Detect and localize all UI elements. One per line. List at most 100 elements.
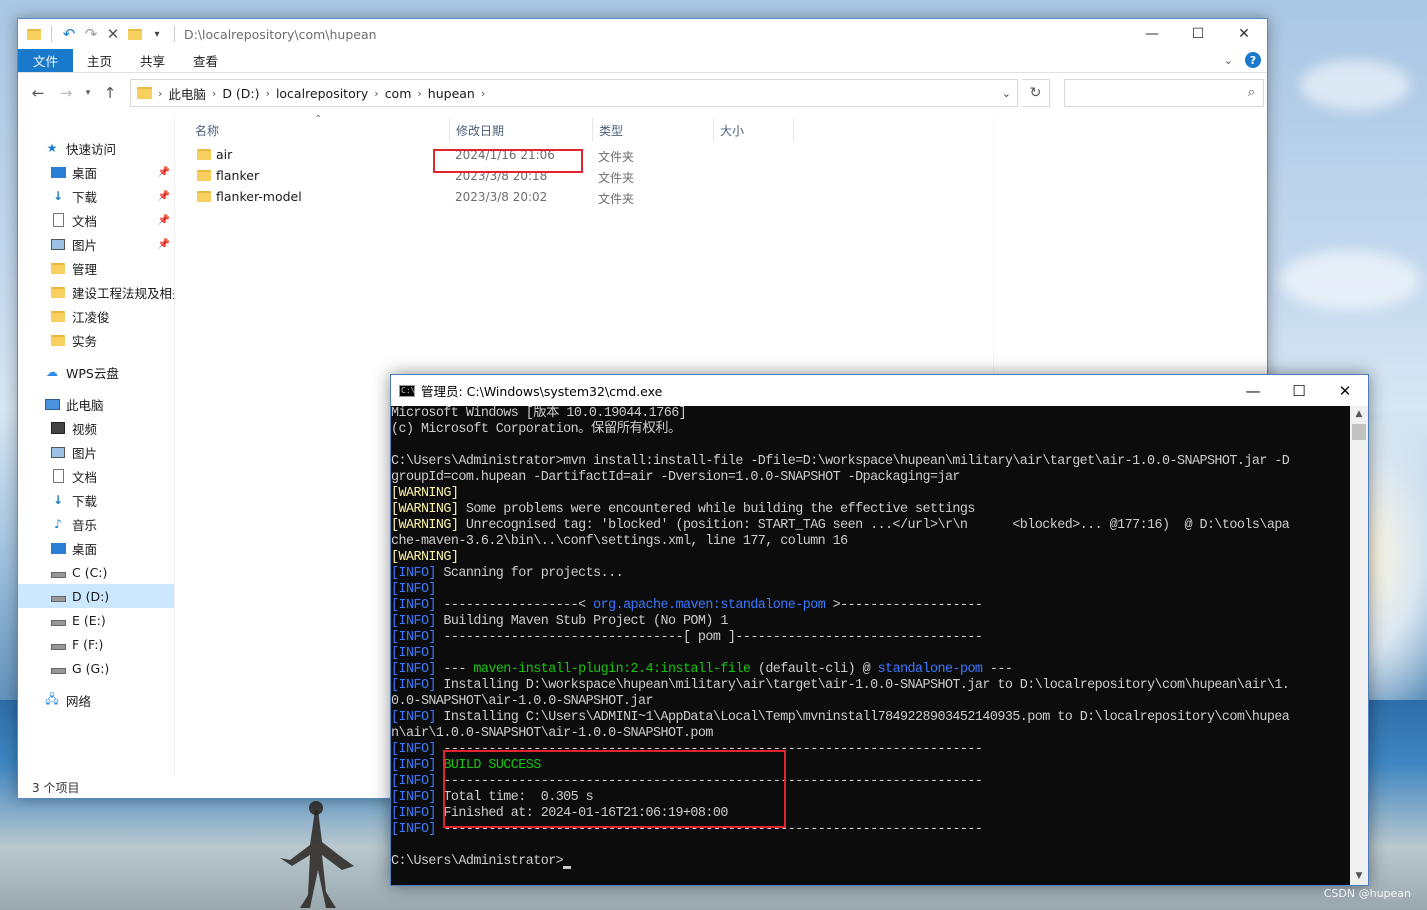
- desktop-icon: [50, 541, 66, 555]
- pin-icon: 📌: [157, 190, 170, 202]
- desktop-icon: [50, 165, 66, 179]
- window-controls: — ☐ ✕: [1230, 375, 1368, 406]
- drive-icon: [50, 565, 66, 579]
- column-headers: ⌃ 名称 修改日期 类型 大小: [175, 114, 1267, 718]
- breadcrumb-drive-d[interactable]: D (D:): [222, 86, 259, 101]
- recent-locations-icon[interactable]: ▾: [82, 81, 94, 105]
- minimize-button[interactable]: —: [1129, 19, 1175, 49]
- scrollbar-thumb[interactable]: [1352, 424, 1366, 440]
- expand-ribbon-icon[interactable]: ⌄: [1224, 54, 1233, 67]
- sort-ascending-icon: ⌃: [314, 114, 323, 125]
- quick-access-toolbar: ↶ ↷ ✕ ▾: [26, 25, 178, 43]
- new-folder-icon[interactable]: [127, 26, 143, 42]
- customize-toolbar-icon[interactable]: ▾: [149, 26, 165, 42]
- sidebar-item-folder[interactable]: 实务: [18, 328, 174, 352]
- sidebar-item-drive-e[interactable]: E (E:): [18, 608, 174, 632]
- app-folder-icon: [26, 26, 42, 42]
- sidebar-item-documents[interactable]: 文档 📌: [18, 208, 174, 232]
- video-icon: [50, 421, 66, 435]
- network-icon: 🖧: [45, 691, 59, 706]
- window-title-path: D:\localrepository\com\hupean: [184, 26, 377, 42]
- sidebar-item-quick-access[interactable]: ★ 快速访问: [18, 136, 174, 160]
- sidebar-item-downloads[interactable]: ↓ 下载 📌: [18, 184, 174, 208]
- search-input[interactable]: ⌕: [1064, 79, 1264, 107]
- forward-arrow-icon[interactable]: →: [54, 81, 78, 105]
- breadcrumb-com[interactable]: com: [385, 86, 412, 101]
- console-line: C:\Users\Administrator>mvn install:insta…: [391, 454, 1290, 469]
- breadcrumb-localrepository[interactable]: localrepository: [276, 86, 368, 101]
- sidebar-item-drive-f[interactable]: F (F:): [18, 632, 174, 656]
- delete-icon[interactable]: ✕: [105, 25, 121, 43]
- chevron-right-icon: ›: [417, 86, 422, 100]
- vertical-scrollbar[interactable]: ▲ ▼: [1350, 406, 1368, 885]
- breadcrumb-hupean[interactable]: hupean: [428, 86, 475, 101]
- sidebar-item-pictures[interactable]: 图片 📌: [18, 232, 174, 256]
- address-bar[interactable]: › 此电脑 › D (D:) › localrepository › com ›…: [130, 79, 1018, 107]
- drive-icon: [50, 613, 66, 627]
- sidebar-item-wps-cloud[interactable]: ☁ WPS云盘: [18, 360, 174, 384]
- back-arrow-icon[interactable]: ←: [26, 81, 50, 105]
- document-icon: [50, 213, 66, 227]
- sidebar-item-pictures[interactable]: 图片: [18, 440, 174, 464]
- background-cloud: [1280, 250, 1420, 310]
- folder-icon: [50, 309, 66, 323]
- sidebar-item-network[interactable]: 🖧 网络: [18, 688, 174, 712]
- console-line: [INFO]: [391, 646, 436, 661]
- sidebar-item-drive-g[interactable]: G (G:): [18, 656, 174, 680]
- close-button[interactable]: ✕: [1322, 375, 1368, 406]
- address-dropdown-icon[interactable]: ⌄: [1002, 87, 1011, 100]
- tab-file[interactable]: 文件: [18, 49, 74, 72]
- refresh-icon[interactable]: ↻: [1022, 79, 1050, 107]
- sidebar-item-folder[interactable]: 建设工程法规及相关: [18, 280, 174, 304]
- tab-home[interactable]: 主页: [73, 49, 126, 72]
- sidebar-item-desktop[interactable]: 桌面: [18, 536, 174, 560]
- up-arrow-icon[interactable]: ↑: [98, 81, 122, 105]
- drive-icon: [50, 589, 66, 603]
- chevron-right-icon: ›: [480, 86, 486, 100]
- music-icon: ♪: [54, 517, 62, 531]
- sidebar-item-music[interactable]: ♪ 音乐: [18, 512, 174, 536]
- list-item[interactable]: flanker 2023/3/8 20:18 文件夹: [175, 165, 1267, 186]
- minimize-button[interactable]: —: [1230, 375, 1276, 406]
- tab-view[interactable]: 查看: [179, 49, 232, 72]
- sidebar-item-drive-d[interactable]: D (D:): [18, 584, 174, 608]
- scroll-up-icon[interactable]: ▲: [1350, 406, 1368, 423]
- column-header-type[interactable]: 类型: [599, 122, 623, 139]
- explorer-titlebar: ↶ ↷ ✕ ▾ D:\localrepository\com\hupean — …: [18, 19, 1267, 49]
- sidebar-item-videos[interactable]: 视频: [18, 416, 174, 440]
- column-header-size[interactable]: 大小: [720, 122, 744, 139]
- chevron-right-icon: ›: [374, 86, 379, 100]
- maximize-button[interactable]: ☐: [1276, 375, 1322, 406]
- sidebar-item-this-pc[interactable]: 此电脑: [18, 392, 174, 416]
- list-item[interactable]: air 2024/1/16 21:06 文件夹: [175, 144, 1267, 165]
- sidebar-item-downloads[interactable]: ↓ 下载: [18, 488, 174, 512]
- sidebar-item-drive-c[interactable]: C (C:): [18, 560, 174, 584]
- console-line: [INFO] Scanning for projects...: [391, 566, 624, 581]
- console-line: [WARNING] Unrecognised tag: 'blocked' (p…: [391, 518, 1290, 533]
- folder-icon: [197, 191, 211, 202]
- chevron-right-icon: ›: [211, 86, 217, 100]
- cmd-titlebar: C:\ 管理员: C:\Windows\system32\cmd.exe — ☐…: [391, 375, 1368, 406]
- navigation-pane: ★ 快速访问 桌面 📌 ↓ 下载 📌 文档 📌 图片 📌 管理 建设工程法规及相关 江凌俊 …: [18, 114, 175, 776]
- highlight-box: [443, 750, 786, 828]
- pin-icon: 📌: [157, 166, 170, 178]
- sidebar-item-folder[interactable]: 管理: [18, 256, 174, 280]
- redo-icon[interactable]: ↷: [83, 25, 99, 43]
- scroll-down-icon[interactable]: ▼: [1350, 868, 1368, 885]
- column-header-name[interactable]: 名称: [195, 122, 219, 139]
- maximize-button[interactable]: ☐: [1175, 19, 1221, 49]
- breadcrumb-this-pc[interactable]: 此电脑: [168, 84, 206, 103]
- undo-icon[interactable]: ↶: [61, 25, 77, 43]
- sidebar-item-documents[interactable]: 文档: [18, 464, 174, 488]
- column-header-date[interactable]: 修改日期: [456, 122, 504, 139]
- sidebar-item-desktop[interactable]: 桌面 📌: [18, 160, 174, 184]
- cmd-title: 管理员: C:\Windows\system32\cmd.exe: [421, 384, 663, 399]
- tab-share[interactable]: 共享: [126, 49, 179, 72]
- help-icon[interactable]: ?: [1245, 52, 1261, 68]
- close-button[interactable]: ✕: [1221, 19, 1267, 49]
- chevron-right-icon: ›: [265, 86, 270, 100]
- sidebar-item-folder[interactable]: 江凌俊: [18, 304, 174, 328]
- list-item[interactable]: flanker-model 2023/3/8 20:02 文件夹: [175, 186, 1267, 207]
